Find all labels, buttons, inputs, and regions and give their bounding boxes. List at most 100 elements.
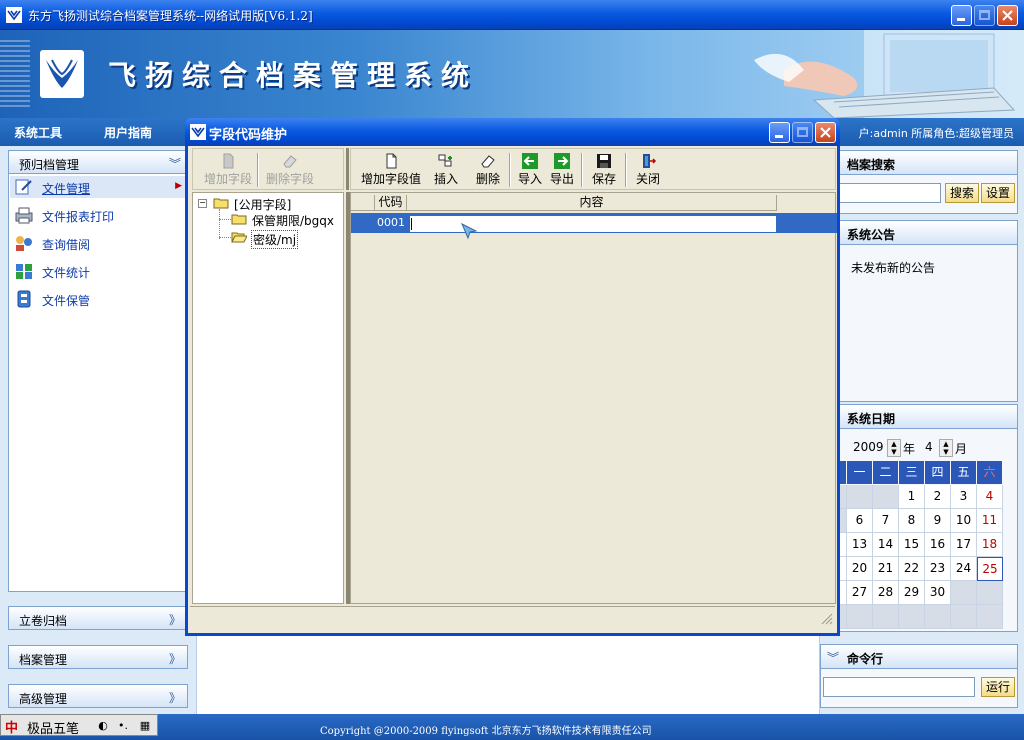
printer-icon [15,207,33,224]
nav-query-borrow[interactable]: 查询借阅 [10,232,186,254]
cell-code[interactable]: 0001 [377,215,407,233]
dialog-minimize-button[interactable] [769,122,790,143]
ime-chinese-indicator[interactable]: 中 [5,717,18,736]
punctuation-icon[interactable]: •. [115,718,131,734]
calendar-day[interactable]: 17 [951,533,977,557]
system-date-panel: 系统日期 2009 ▲ ▼ 年 4 ▲ ▼ 月 一二三四五六 1 2 3 4 6 7 8 9 10 11… [820,404,1018,632]
close-dialog-button[interactable]: 关闭 [631,151,665,189]
calendar-day[interactable]: 21 [873,557,899,581]
column-header-content[interactable]: 内容 [407,195,777,211]
toolbar-separator [257,153,259,187]
nav-file-statistics[interactable]: 文件统计 [10,260,186,282]
add-field-icon [223,153,234,169]
calendar-day[interactable]: 20 [847,557,873,581]
save-button[interactable]: 保存 [587,151,621,189]
calendar-day[interactable]: 6 [847,509,873,533]
calendar-day[interactable]: 23 [925,557,951,581]
ime-name: 极品五笔 [27,722,80,737]
calendar-day[interactable]: 28 [873,581,899,605]
delete-field-label: 删除字段 [265,172,314,186]
resize-grip-icon[interactable] [821,613,833,625]
tree-node-security-level[interactable]: 密级/mj [231,229,343,249]
toolbar-splitter [346,148,349,190]
maximize-button[interactable] [974,5,995,26]
banner-stripes [0,40,30,110]
tree-node-public-fields[interactable]: [公用字段] [213,195,343,212]
calendar-day[interactable]: 2 [925,485,951,509]
calendar-day[interactable]: 13 [847,533,873,557]
dialog-maximize-button[interactable] [792,122,813,143]
calendar-day[interactable]: 15 [899,533,925,557]
insert-icon [438,154,452,167]
nav-file-storage[interactable]: 文件保管 [10,288,186,310]
insert-label: 插入 [433,172,458,186]
user-info: 户:admin 所属角色:超级管理员 [858,127,1014,140]
dialog-close-button[interactable] [815,122,836,143]
calendar-day[interactable]: 27 [847,581,873,605]
system-notice-header: 系统公告 [821,221,1017,245]
calendar-day[interactable]: 9 [925,509,951,533]
archive-search-title: 档案搜索 [847,158,896,172]
calendar-day[interactable]: 11 [977,509,1003,533]
add-field-button[interactable]: 增加字段 [201,151,255,189]
calendar-day[interactable]: 22 [899,557,925,581]
month-spinner[interactable]: ▲ ▼ [939,439,953,457]
search-button[interactable]: 搜索 [945,183,979,203]
calendar-day[interactable]: 10 [951,509,977,533]
menu-system-tools[interactable]: 系统工具 [14,124,62,141]
calendar-day[interactable]: 1 [899,485,925,509]
calendar-day[interactable]: 4 [977,485,1003,509]
nav-file-manage[interactable]: 文件管理 ▶ [10,176,186,198]
calendar-day[interactable]: 8 [899,509,925,533]
soft-keyboard-icon[interactable]: ▦ [137,718,153,734]
section-archive-manage[interactable]: 档案管理 》 [8,645,188,669]
half-width-moon-icon[interactable]: ◐ [95,718,111,734]
weekday-header: 二 [873,461,898,484]
calendar-empty-cell [951,581,977,605]
calendar-day[interactable]: 16 [925,533,951,557]
delete-button[interactable]: 删除 [471,151,505,189]
save-label: 保存 [591,172,616,186]
dialog-body: 增加字段 删除字段 增加字段值 插入 删除 导入 导出 保存 关闭 − [公用字… [190,148,837,626]
calendar-day[interactable]: 14 [873,533,899,557]
add-field-value-button[interactable]: 增加字段值 [359,151,423,189]
delete-field-button[interactable]: 删除字段 [263,151,317,189]
ime-toolbar[interactable]: 中 极品五笔 ◐ •. ▦ [0,714,158,737]
system-date-title: 系统日期 [847,412,896,426]
calendar-day[interactable]: 29 [899,581,925,605]
collapse-chevron-icon: ︾ [168,157,181,171]
command-input[interactable] [823,677,975,697]
nav-report-print[interactable]: 文件报表打印 [10,204,186,226]
add-field-label: 增加字段 [203,172,252,186]
calendar-empty-cell [847,485,873,509]
export-arrow-icon [554,153,570,169]
section-filing[interactable]: 立卷归档 》 [8,606,188,630]
menu-user-guide[interactable]: 用户指南 [104,124,152,141]
section-advanced-manage[interactable]: 高级管理 》 [8,684,188,708]
mouse-pointer-icon [461,223,478,240]
year-spinner[interactable]: ▲ ▼ [887,439,901,457]
insert-button[interactable]: 插入 [429,151,463,189]
dialog-status-bar [190,606,835,626]
tree-node-retention-period[interactable]: 保管期限/bgqx [231,211,343,228]
eraser-icon [481,155,495,168]
dialog-titlebar[interactable]: 字段代码维护 [185,118,840,146]
export-button[interactable]: 导出 [547,151,577,189]
expand-chevron-icon: 》 [168,691,181,705]
tree-collapse-toggle[interactable]: − [198,199,207,208]
calendar-day[interactable]: 30 [925,581,951,605]
calendar-day[interactable]: 24 [951,557,977,581]
import-button[interactable]: 导入 [515,151,545,189]
calendar-day[interactable]: 25 [977,557,1003,581]
window-titlebar[interactable]: 东方飞扬测试综合档案管理系统--网络试用版[V6.1.2] [0,0,1024,30]
calendar-day[interactable]: 7 [873,509,899,533]
minimize-button[interactable] [951,5,972,26]
run-button[interactable]: 运行 [981,677,1015,697]
calendar-day[interactable]: 3 [951,485,977,509]
section-pre-archive[interactable]: 预归档管理 ︾ [8,150,188,174]
close-button[interactable] [997,5,1018,26]
calendar-day[interactable]: 18 [977,533,1003,557]
settings-button[interactable]: 设置 [981,183,1015,203]
add-field-value-label: 增加字段值 [360,172,421,186]
column-header-code[interactable]: 代码 [375,195,407,211]
